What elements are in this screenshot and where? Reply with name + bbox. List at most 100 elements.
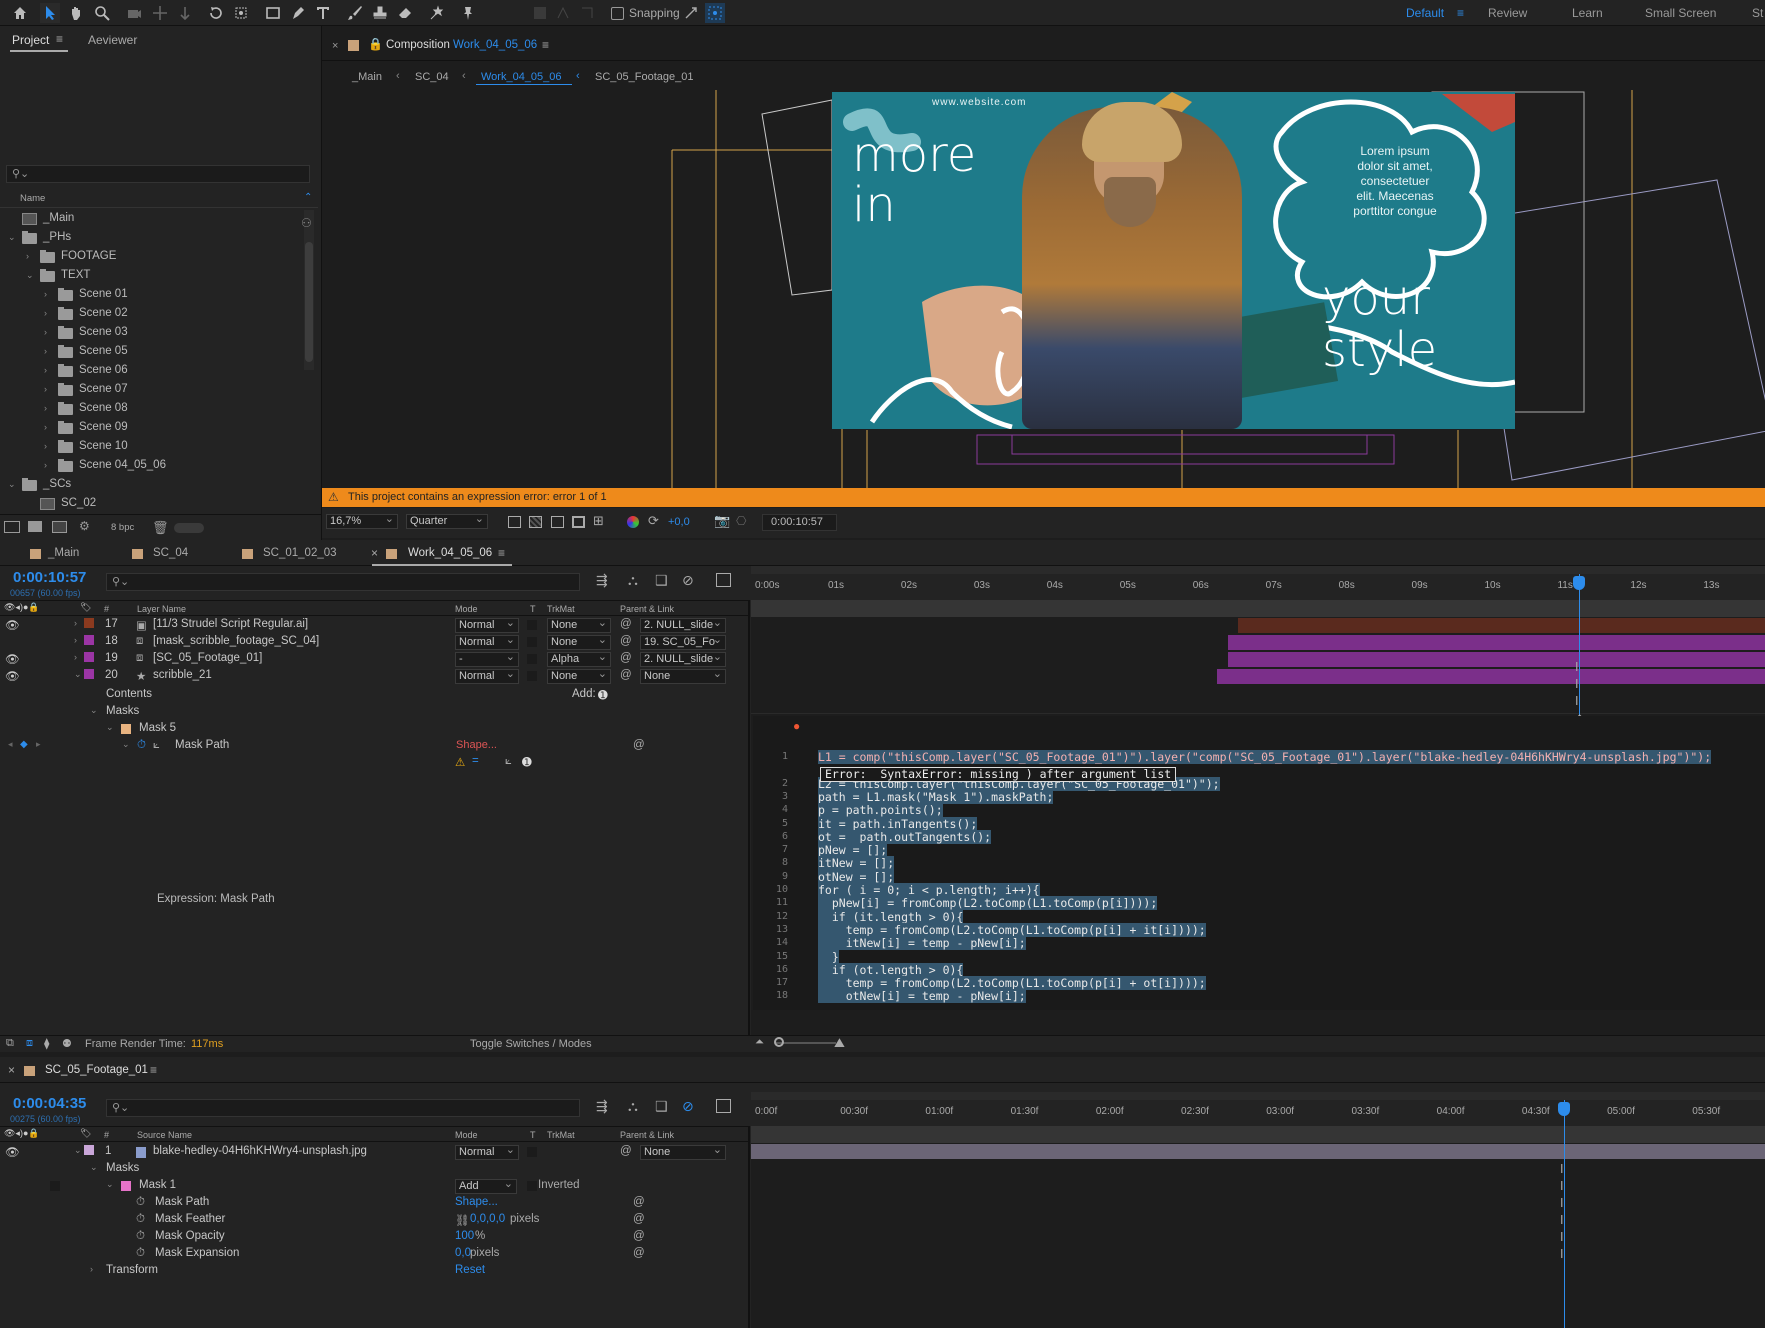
workspace-menu-icon[interactable]: ≡ (1457, 6, 1464, 20)
pan-camera-icon[interactable] (150, 3, 170, 23)
rotate-tool-icon[interactable] (206, 3, 226, 23)
expression-warning-icon[interactable]: ⚠ (455, 755, 465, 769)
blend-mode-select[interactable]: Normal (455, 633, 519, 650)
mask-row[interactable]: ⌄ Mask 5 (0, 721, 748, 738)
preserve-transparency-checkbox[interactable] (527, 671, 537, 681)
expand-arrow-icon[interactable]: ⌄ (90, 705, 98, 716)
breadcrumb-footage[interactable]: SC_05_Footage_01 (595, 71, 693, 83)
project-item[interactable]: › Scene 08 (0, 400, 302, 419)
mask-path-row[interactable]: ◂ ◆ ▸ ⌄ ⏱ ⟀ Mask Path Shape... @ (0, 738, 748, 755)
trkmat-select[interactable]: Alpha (547, 650, 611, 667)
layer-duration-bar[interactable] (751, 1144, 1765, 1159)
pickwhip-icon[interactable]: @ (633, 1196, 645, 1208)
graph-editor-icon[interactable] (716, 1099, 731, 1113)
expand-arrow-icon[interactable]: ⌄ (8, 479, 16, 490)
brush-tool-icon[interactable] (345, 3, 365, 23)
layer-duration-bar[interactable] (1227, 652, 1765, 667)
project-item[interactable]: › Scene 05 (0, 343, 302, 362)
link-icon[interactable]: ⛓ (455, 1213, 470, 1227)
layer-name[interactable]: scribble_21 (153, 669, 212, 681)
layer-row[interactable]: 👁 ⌄ 20 ★ scribble_21 Normal None @ None (0, 667, 748, 685)
show-snapshot-icon[interactable]: ⎔ (736, 514, 746, 528)
project-item[interactable]: SC_02 (0, 495, 302, 514)
tab-project[interactable]: Project (12, 33, 49, 47)
parent-select[interactable]: None (640, 669, 726, 684)
snapshot-camera-icon[interactable]: 📷 (714, 513, 730, 529)
zoom-out-icon[interactable]: ⏶ (755, 1036, 764, 1049)
stopwatch-icon[interactable]: ⏱ (136, 1230, 145, 1243)
close-tab-icon[interactable]: × (371, 546, 378, 560)
expand-arrow-icon[interactable]: ⌄ (8, 232, 16, 243)
layer-label-color[interactable] (84, 1145, 94, 1155)
type-tool-icon[interactable] (313, 3, 333, 23)
puppet-pin-icon[interactable] (458, 3, 478, 23)
layer-row[interactable]: › 18 ⧈ [mask_scribble_footage_SC_04] Normal N… (0, 633, 748, 651)
workspace-small-screen[interactable]: Small Screen (1645, 6, 1716, 20)
project-item[interactable]: › Scene 01 (0, 286, 302, 305)
thumbnail-size-slider[interactable] (174, 523, 204, 533)
stopwatch-icon[interactable]: ⏱ (136, 1196, 145, 1209)
project-item[interactable]: › Scene 07 (0, 381, 302, 400)
parent-pickwhip-icon[interactable]: @ (620, 618, 632, 630)
eraser-tool-icon[interactable] (395, 3, 415, 23)
comp-flowchart-icon[interactable]: ⧉ (6, 1037, 14, 1050)
hand-tool-icon[interactable] (66, 3, 86, 23)
tab-main[interactable]: _Main (48, 547, 79, 559)
composition-mini-flowchart-icon[interactable]: ⇶ (596, 1098, 608, 1115)
project-item[interactable]: › Scene 04_05_06 (0, 457, 302, 476)
work-area-bar[interactable] (751, 566, 1765, 574)
mask-name[interactable]: Mask 5 (139, 722, 176, 734)
trkmat-select[interactable]: None (547, 667, 611, 684)
shy-layers-icon[interactable]: ❑ (655, 1098, 668, 1115)
parent-select[interactable]: 2. NULL_slide (640, 652, 726, 667)
snapping-checkbox[interactable] (611, 7, 624, 20)
current-time-display[interactable]: 0:00:04:35 (13, 1095, 86, 1112)
new-composition-icon[interactable] (52, 521, 67, 533)
magnification-select[interactable]: 16,7% (326, 512, 398, 529)
timeline-graph-area[interactable]: 0:00f 00:30f 01:00f 01:30f 02:00f 02:30f 03:00… (751, 1092, 1765, 1328)
stopwatch-icon[interactable]: ⏱ (136, 1247, 145, 1260)
keyframe-nav-icon[interactable]: ▸ (36, 739, 41, 750)
collapse-arrow-icon[interactable]: › (44, 441, 47, 451)
roto-brush-icon[interactable] (427, 3, 447, 23)
mask-path-value[interactable]: Shape... (456, 739, 497, 751)
masks-row[interactable]: ⌄ Masks (0, 704, 748, 721)
region-of-interest-icon[interactable] (508, 516, 521, 528)
blend-mode-select[interactable]: - (455, 650, 519, 667)
layer-name[interactable]: [SC_05_Footage_01] (153, 652, 262, 664)
mask-color-swatch[interactable] (121, 724, 131, 734)
bit-depth-label[interactable]: 8 bpc (111, 522, 134, 533)
playhead-handle[interactable] (1573, 576, 1585, 590)
expression-graph-icon[interactable]: ⟀ (505, 755, 512, 768)
selection-tool-icon[interactable] (40, 3, 60, 23)
layer-name[interactable]: [mask_scribble_footage_SC_04] (153, 635, 319, 647)
keyframe-diamond-icon[interactable]: ◆ (20, 739, 28, 750)
add-menu-icon[interactable]: ➊ (598, 688, 608, 702)
project-item[interactable]: ⌄ _SCs (0, 476, 302, 495)
project-item[interactable]: › Scene 03 (0, 324, 302, 343)
lock-checkbox[interactable] (50, 1181, 60, 1191)
project-item[interactable]: › Scene 10 (0, 438, 302, 457)
layer-name[interactable]: [11/3 Strudel Script Regular.ai] (153, 618, 308, 630)
mask-color-swatch[interactable] (121, 1181, 131, 1191)
label-column-icon[interactable]: 🏷 (80, 1128, 91, 1139)
layer-search-input[interactable]: ⚲⌄ (106, 1099, 580, 1117)
collapse-arrow-icon[interactable]: › (44, 365, 47, 375)
snap-option-icon[interactable] (681, 3, 701, 23)
transform-reset-link[interactable]: Reset (455, 1264, 485, 1276)
expand-arrow-icon[interactable]: ⌄ (26, 270, 34, 281)
expand-arrow-icon[interactable]: ⌄ (106, 722, 114, 733)
masks-row[interactable]: ⌄ Masks (0, 1161, 748, 1178)
mask-name[interactable]: Mask 1 (139, 1179, 176, 1191)
viewer-timecode[interactable]: 0:00:10:57 (762, 514, 837, 531)
parent-pickwhip-icon[interactable]: @ (620, 652, 632, 664)
dolly-camera-icon[interactable] (175, 3, 195, 23)
layer-name[interactable]: blake-hedley-04H6hKHWry4-unsplash.jpg (153, 1145, 367, 1157)
draft-3d-icon[interactable]: ⛬ (628, 572, 638, 589)
color-channel-icon[interactable] (627, 516, 639, 528)
zoom-slider[interactable] (776, 1042, 836, 1044)
breadcrumb-main[interactable]: _Main (352, 71, 382, 83)
anchor-tool-icon[interactable] (231, 3, 251, 23)
shy-layers-icon[interactable]: ❑ (655, 572, 668, 589)
mask-property-row[interactable]: ⏱ Mask Opacity 100% @ (0, 1229, 748, 1246)
